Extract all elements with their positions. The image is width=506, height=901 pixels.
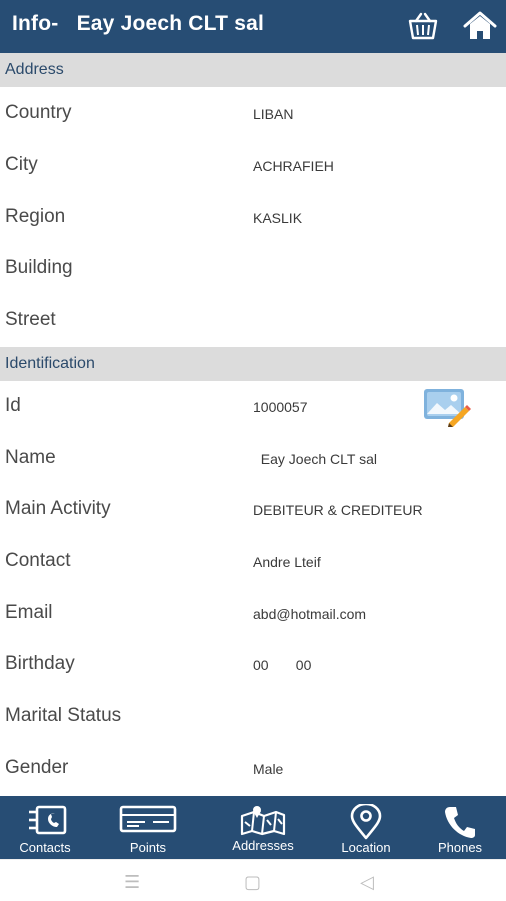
field-label: Building	[5, 257, 73, 278]
field-value: ACHRAFIEH	[253, 158, 334, 174]
edit-photo-icon[interactable]	[423, 387, 471, 427]
field-label: City	[5, 154, 38, 175]
field-value: Male	[253, 761, 284, 777]
field-value: Eay Joech CLT sal	[253, 451, 377, 467]
nav-label: Contacts	[19, 840, 71, 855]
field-value: KASLIK	[253, 210, 303, 226]
field-label: Region	[5, 206, 66, 227]
field-birthday: Birthday 00 00	[0, 639, 506, 691]
map-icon	[240, 806, 286, 836]
section-header-address: Address	[0, 53, 506, 87]
field-value: DEBITEUR & CREDITEUR	[253, 502, 423, 518]
field-gender: Gender Male	[0, 743, 506, 795]
recent-apps-icon[interactable]: ☰	[124, 872, 140, 893]
system-navigation-bar: ☰ ▢ ◁	[0, 859, 506, 901]
field-street: Street	[0, 295, 506, 347]
field-label: Marital Status	[5, 705, 122, 726]
field-name: Name Eay Joech CLT sal	[0, 433, 506, 485]
field-label: Id	[5, 395, 21, 416]
field-contact: Contact Andre Lteif	[0, 536, 506, 588]
system-back-icon[interactable]: ◁	[360, 872, 374, 893]
field-value: 1000057	[253, 399, 308, 415]
nav-phones[interactable]: Phones	[410, 796, 506, 859]
field-value: abd@hotmail.com	[253, 606, 367, 622]
nav-label: Addresses	[232, 838, 294, 853]
page-title: Info- Eay Joech CLT sal	[12, 12, 264, 35]
home-icon[interactable]	[463, 9, 497, 43]
field-label: Gender	[5, 757, 69, 778]
field-label: Main Activity	[5, 498, 111, 519]
nav-location[interactable]: Location	[316, 796, 416, 859]
field-marital-status: Marital Status	[0, 691, 506, 743]
field-country: Country LIBAN	[0, 88, 506, 140]
section-header-identification: Identification	[0, 347, 506, 381]
field-value: 00 00	[253, 657, 312, 673]
field-city: City ACHRAFIEH	[0, 140, 506, 192]
bottom-navigation: Contacts Points Addresses Location Phone…	[0, 796, 506, 859]
section-title: Address	[5, 61, 64, 78]
nav-label: Points	[129, 840, 167, 855]
nav-label: Location	[341, 840, 391, 855]
nav-label: Phones	[437, 840, 483, 855]
points-card-icon	[119, 805, 177, 833]
field-region: Region KASLIK	[0, 192, 506, 244]
field-main-activity: Main Activity DEBITEUR & CREDITEUR	[0, 484, 506, 536]
nav-contacts[interactable]: Contacts	[0, 796, 95, 859]
field-building: Building	[0, 243, 506, 295]
field-label: Contact	[5, 550, 71, 571]
contacts-icon	[29, 805, 67, 835]
field-label: Name	[5, 447, 56, 468]
field-label: Street	[5, 309, 56, 330]
system-home-icon[interactable]: ▢	[244, 872, 261, 893]
field-label: Country	[5, 102, 72, 123]
location-pin-icon	[350, 804, 382, 840]
field-value: LIBAN	[253, 106, 294, 122]
basket-icon[interactable]	[406, 9, 440, 43]
field-label: Birthday	[5, 653, 75, 674]
field-email: Email abd@hotmail.com	[0, 588, 506, 640]
phone-icon	[445, 807, 475, 838]
section-title: Identification	[5, 355, 95, 372]
nav-addresses[interactable]: Addresses	[213, 796, 313, 859]
nav-points[interactable]: Points	[98, 796, 198, 859]
field-value: Andre Lteif	[253, 554, 321, 570]
top-app-bar: Info- Eay Joech CLT sal	[0, 0, 506, 53]
field-label: Email	[5, 602, 53, 623]
